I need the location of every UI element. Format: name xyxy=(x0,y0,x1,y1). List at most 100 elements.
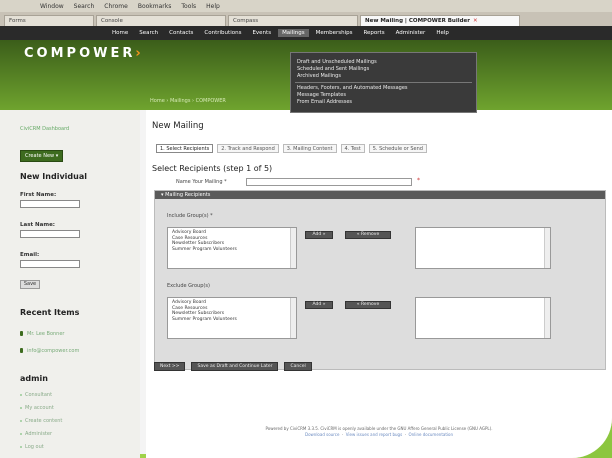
last-name-label: Last Name: xyxy=(20,222,56,228)
site-logo[interactable]: COMPOWER› xyxy=(24,46,144,61)
browser-tab-active[interactable]: New Mailing | COMPOWER Builder ✕ xyxy=(360,15,520,26)
create-new-button[interactable]: Create New ▾ xyxy=(20,150,64,162)
nav-help[interactable]: Help xyxy=(432,29,453,37)
include-selected-list[interactable] xyxy=(415,227,551,269)
menu-item-from-addresses[interactable]: From Email Addresses xyxy=(295,99,472,106)
mailing-name-label: Name Your Mailing * xyxy=(176,179,227,185)
list-option[interactable]: Summer Program Volunteers xyxy=(172,247,292,253)
menu-item-sent-mailings[interactable]: Scheduled and Sent Mailings xyxy=(295,66,472,73)
page-footer: Powered by CiviCRM 3.3.5. CiviCRM is ope… xyxy=(146,426,612,438)
tab-label: Console xyxy=(101,18,123,24)
recent-item[interactable]: info@compower.com xyxy=(20,345,136,356)
include-available-list[interactable]: Advisory Board Case Resources Newsletter… xyxy=(167,227,297,269)
bullet-icon xyxy=(20,433,22,435)
sidebar: CiviCRM Dashboard Create New ▾ New Indiv… xyxy=(0,110,140,458)
first-name-field[interactable] xyxy=(20,200,80,208)
browser-tabbar: Forms Console Compass New Mailing | COMP… xyxy=(0,12,612,26)
mailing-name-input[interactable] xyxy=(246,178,412,186)
nav-contacts[interactable]: Contacts xyxy=(165,29,197,37)
bullet-icon xyxy=(20,446,22,448)
admin-link[interactable]: Log out xyxy=(20,444,44,450)
breadcrumb: Home › Mailings › COMPOWER xyxy=(150,98,226,104)
email-field[interactable] xyxy=(20,260,80,268)
browser-tab[interactable]: Compass xyxy=(228,15,358,26)
scrollbar[interactable] xyxy=(544,298,550,338)
exclude-available-list[interactable]: Advisory Board Case Resources Newsletter… xyxy=(167,297,297,339)
menu-item-message-templates[interactable]: Message Templates xyxy=(295,92,472,99)
cancel-button[interactable]: Cancel xyxy=(284,362,312,371)
new-individual-title: New Individual xyxy=(20,172,87,181)
bullet-icon xyxy=(20,394,22,396)
step-select-recipients[interactable]: 1. Select Recipients xyxy=(156,144,214,153)
logo-text: OWER xyxy=(79,46,136,61)
admin-link-label: My account xyxy=(25,405,54,411)
exclude-remove-button[interactable]: « Remove xyxy=(345,301,391,309)
nav-reports[interactable]: Reports xyxy=(359,29,388,37)
exclude-add-button[interactable]: Add » xyxy=(305,301,333,309)
menu-search[interactable]: Search xyxy=(74,3,95,10)
recent-item[interactable]: Mr. Lee Bonner xyxy=(20,328,136,339)
step-test[interactable]: 4. Test xyxy=(340,144,365,153)
tab-label: Forms xyxy=(9,18,26,24)
save-contact-button[interactable]: Save xyxy=(20,280,40,289)
nav-events[interactable]: Events xyxy=(248,29,275,37)
nav-administer[interactable]: Administer xyxy=(392,29,430,37)
menu-item-draft-mailings[interactable]: Draft and Unscheduled Mailings xyxy=(295,59,472,66)
menu-item-archived-mailings[interactable]: Archived Mailings xyxy=(295,73,472,80)
admin-title: admin xyxy=(20,374,48,383)
nav-contributions[interactable]: Contributions xyxy=(200,29,245,37)
list-option[interactable]: Summer Program Volunteers xyxy=(172,317,292,323)
admin-link[interactable]: My account xyxy=(20,405,54,411)
footer-link[interactable]: Online documentation xyxy=(409,432,453,437)
footer-link[interactable]: Download source xyxy=(305,432,339,437)
include-groups-label: Include Group(s) * xyxy=(167,213,213,219)
scrollbar[interactable] xyxy=(290,298,296,338)
footer-link[interactable]: View issues and report bugs xyxy=(346,432,402,437)
admin-link-label: Consultant xyxy=(25,392,53,398)
page-title: New Mailing xyxy=(152,121,204,131)
admin-link-label: Create content xyxy=(25,418,63,424)
include-add-button[interactable]: Add » xyxy=(305,231,333,239)
exclude-selected-list[interactable] xyxy=(415,297,551,339)
step-mailing-content[interactable]: 3. Mailing Content xyxy=(282,144,337,153)
admin-link[interactable]: Create content xyxy=(20,418,62,424)
menu-tools[interactable]: Tools xyxy=(181,3,196,10)
step-heading: Select Recipients (step 1 of 5) xyxy=(152,164,273,173)
browser-tab[interactable]: Forms xyxy=(4,15,94,26)
tab-label: New Mailing | COMPOWER Builder xyxy=(365,18,470,24)
recent-items-title: Recent Items xyxy=(20,308,80,317)
menu-help[interactable]: Help xyxy=(206,3,220,10)
admin-link[interactable]: Administer xyxy=(20,431,52,437)
scrollbar[interactable] xyxy=(290,228,296,268)
contact-icon xyxy=(20,348,23,353)
admin-link-label: Administer xyxy=(25,431,53,437)
nav-mailings[interactable]: Mailings xyxy=(278,29,309,37)
scrollbar[interactable] xyxy=(544,228,550,268)
app-topnav: Home Search Contacts Contributions Event… xyxy=(0,26,612,40)
browser-tab[interactable]: Console xyxy=(96,15,226,26)
mailings-dropdown-menu: Draft and Unscheduled Mailings Scheduled… xyxy=(290,52,477,113)
bullet-icon xyxy=(20,420,22,422)
first-name-label: First Name: xyxy=(20,192,57,198)
close-tab-icon[interactable]: ✕ xyxy=(473,18,478,24)
nav-search[interactable]: Search xyxy=(135,29,162,37)
dashboard-link[interactable]: CiviCRM Dashboard xyxy=(20,126,69,132)
required-marker: * xyxy=(417,177,420,184)
step-schedule-send[interactable]: 5. Schedule or Send xyxy=(368,144,427,153)
app-window: Window Search Chrome Bookmarks Tools Hel… xyxy=(0,0,612,458)
panel-header[interactable]: ▾ Mailing Recipients xyxy=(155,191,605,199)
menu-bookmarks[interactable]: Bookmarks xyxy=(138,3,172,10)
email-label: Email: xyxy=(20,252,40,258)
exclude-groups-label: Exclude Group(s) xyxy=(167,283,210,289)
nav-memberships[interactable]: Memberships xyxy=(312,29,357,37)
menu-window[interactable]: Window xyxy=(40,3,64,10)
save-draft-button[interactable]: Save as Draft and Continue Later xyxy=(191,362,279,371)
menu-item-headers-footers[interactable]: Headers, Footers, and Automated Messages xyxy=(295,85,472,92)
menu-chrome[interactable]: Chrome xyxy=(104,3,128,10)
step-track-respond[interactable]: 2. Track and Respond xyxy=(217,144,279,153)
next-button[interactable]: Next >> xyxy=(154,362,186,371)
nav-home[interactable]: Home xyxy=(108,29,132,37)
include-remove-button[interactable]: « Remove xyxy=(345,231,391,239)
last-name-field[interactable] xyxy=(20,230,80,238)
admin-link[interactable]: Consultant xyxy=(20,392,52,398)
